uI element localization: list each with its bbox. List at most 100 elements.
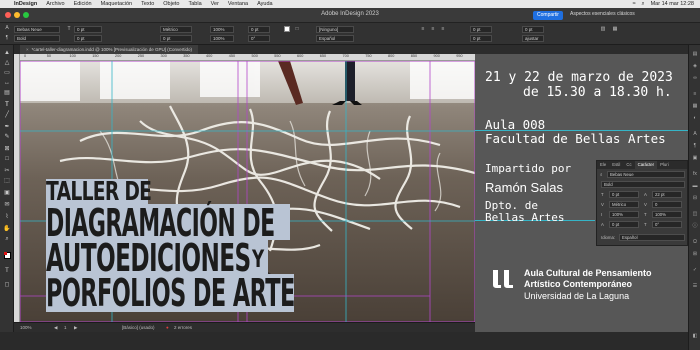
- align-panel-icon[interactable]: ⊟: [692, 195, 698, 201]
- horizontal-ruler[interactable]: 0 50 100 150 200 250 300 350 400 450 500 550 600 650 7…: [20, 54, 475, 61]
- align-right-icon[interactable]: ≡: [440, 26, 446, 32]
- tab-character[interactable]: Carácter: [634, 161, 658, 169]
- menu-texto[interactable]: Texto: [141, 1, 154, 7]
- fill-swatch-icon[interactable]: [284, 26, 290, 32]
- page-tool-icon[interactable]: ▭: [2, 69, 12, 78]
- justify-field[interactable]: ajustar: [522, 35, 544, 42]
- tab-styles[interactable]: Estil: [609, 161, 623, 169]
- layers-panel-icon[interactable]: ◈: [692, 63, 698, 69]
- font-size-field[interactable]: 0 pt: [74, 26, 102, 33]
- poster-faculty[interactable]: Facultad de Bellas Artes: [485, 131, 666, 146]
- color-panel-icon[interactable]: ◐: [692, 115, 698, 121]
- pathfinder-panel-icon[interactable]: ◫: [692, 211, 698, 217]
- properties-panel-icon[interactable]: ☰: [692, 283, 698, 289]
- swatches-panel-icon[interactable]: ▦: [692, 103, 698, 109]
- search-icon[interactable]: ⌕: [641, 1, 644, 8]
- document-canvas[interactable]: TALLER DE DIAGRAMACIÓN DE AUTOEDICIONES …: [20, 61, 475, 322]
- panel-language-field[interactable]: Español: [619, 234, 685, 241]
- menu-tabla[interactable]: Tabla: [189, 1, 202, 7]
- links-panel-icon[interactable]: ∞: [692, 75, 698, 81]
- poster-taught-by[interactable]: Impartido por: [485, 162, 571, 175]
- note-tool-icon[interactable]: ✉: [2, 201, 12, 210]
- stroke-swatch-icon[interactable]: □: [294, 26, 300, 32]
- selection-tool-icon[interactable]: ▲: [2, 49, 12, 58]
- panel-size-field[interactable]: 0 pt: [609, 191, 639, 198]
- paragraph-mode-icon[interactable]: ¶: [4, 35, 10, 41]
- menu-ver[interactable]: Ver: [211, 1, 219, 7]
- character-style-field[interactable]: [Ninguno]: [316, 26, 354, 33]
- horizontal-scale-field[interactable]: 100%: [210, 35, 234, 42]
- page-number-field[interactable]: 1: [64, 325, 67, 330]
- columns-icon[interactable]: ▥: [600, 26, 606, 32]
- page-nav-next-icon[interactable]: ▶: [74, 325, 77, 331]
- content-collector-icon[interactable]: ▤: [2, 89, 12, 98]
- rectangle-frame-tool-icon[interactable]: ⊠: [2, 145, 12, 154]
- paragraph-styles-icon[interactable]: ¶: [692, 143, 698, 149]
- right-indent-field[interactable]: 0 pt: [470, 35, 492, 42]
- panel-baseline-field[interactable]: 0 pt: [609, 221, 639, 228]
- wifi-icon[interactable]: ≈: [632, 1, 635, 7]
- align-left-icon[interactable]: ≡: [420, 26, 426, 32]
- gradient-panel-icon[interactable]: ▬: [692, 183, 698, 189]
- stroke-panel-icon[interactable]: ≡: [692, 91, 698, 97]
- menu-app[interactable]: InDesign: [14, 1, 37, 7]
- panel-hscale-field[interactable]: 100%: [652, 211, 682, 218]
- menu-edicion[interactable]: Edición: [74, 1, 92, 7]
- line-tool-icon[interactable]: ╱: [2, 111, 12, 120]
- align-center-icon[interactable]: ≡: [430, 26, 436, 32]
- hand-tool-icon[interactable]: ✋: [2, 225, 12, 234]
- gap-tool-icon[interactable]: ↔: [2, 79, 12, 88]
- poster-room[interactable]: Aula 008: [485, 117, 545, 132]
- panel-font-family[interactable]: Bebas Neue: [607, 171, 685, 178]
- page-nav-prev-icon[interactable]: ◀: [54, 325, 57, 331]
- menu-ventana[interactable]: Ventana: [228, 1, 248, 7]
- eyedropper-tool-icon[interactable]: ⌇: [2, 213, 12, 222]
- fill-stroke-swatch-icon[interactable]: [2, 251, 12, 260]
- workspace-switcher[interactable]: Aspectos esenciales clásicos: [570, 11, 635, 17]
- rectangle-tool-icon[interactable]: □: [2, 155, 12, 164]
- grid-icon[interactable]: ▦: [612, 26, 618, 32]
- tables-panel-icon[interactable]: ⊞: [692, 251, 698, 257]
- free-transform-tool-icon[interactable]: ⬚: [2, 177, 12, 186]
- poster-title-line3-y[interactable]: Y: [252, 245, 264, 273]
- panel-tracking-field[interactable]: 0: [652, 201, 682, 208]
- panel-kerning-field[interactable]: Métrico: [609, 201, 639, 208]
- document-tab[interactable]: × *cartel-taller-diagramacion.indd @ 100%…: [20, 45, 199, 54]
- left-indent-field[interactable]: 0 pt: [470, 26, 492, 33]
- direct-selection-tool-icon[interactable]: △: [2, 59, 12, 68]
- gradient-tool-icon[interactable]: ▣: [2, 189, 12, 198]
- panel-leading-field[interactable]: 22 pt: [652, 191, 682, 198]
- language-field[interactable]: Español: [316, 35, 354, 42]
- tab-cc[interactable]: Cc: [623, 161, 634, 169]
- poster-title-line4[interactable]: PORFOLIOS DE ARTE: [46, 271, 295, 315]
- zoom-tool-icon[interactable]: ⌕: [2, 235, 12, 244]
- share-button[interactable]: Compartir: [533, 11, 563, 20]
- basic-style-status[interactable]: [Básico] (usado): [122, 325, 155, 330]
- space-before-field[interactable]: 0 pt: [522, 26, 544, 33]
- pages-panel-icon[interactable]: ▤: [692, 51, 698, 57]
- layers-stack-icon[interactable]: ◧: [692, 333, 698, 339]
- baseline-shift-field[interactable]: 0 pt: [248, 26, 270, 33]
- skew-field[interactable]: 0°: [248, 35, 270, 42]
- zoom-level[interactable]: 100%: [20, 325, 32, 330]
- type-tool-icon[interactable]: T: [2, 101, 12, 110]
- poster-dept-line2[interactable]: Bellas Artes: [485, 211, 564, 224]
- menu-objeto[interactable]: Objeto: [163, 1, 179, 7]
- tracking-field[interactable]: 0 pt: [160, 35, 192, 42]
- font-family-field[interactable]: Bebas Neue: [14, 26, 60, 33]
- scissors-tool-icon[interactable]: ✂: [2, 167, 12, 176]
- close-tab-icon[interactable]: ×: [26, 47, 29, 52]
- font-style-field[interactable]: Bold: [14, 35, 60, 42]
- kerning-field[interactable]: Métrico: [160, 26, 192, 33]
- pen-tool-icon[interactable]: ✒: [2, 123, 12, 132]
- formatting-affects-text-icon[interactable]: T: [2, 267, 12, 276]
- menu-archivo[interactable]: Archivo: [46, 1, 64, 7]
- leading-field[interactable]: 0 pt: [74, 35, 102, 42]
- preflight-panel-icon[interactable]: ✓: [692, 267, 698, 273]
- pencil-tool-icon[interactable]: ✎: [2, 133, 12, 142]
- tab-elements[interactable]: Ele: [597, 161, 609, 169]
- menu-ayuda[interactable]: Ayuda: [257, 1, 273, 7]
- text-wrap-icon[interactable]: ▣: [692, 155, 698, 161]
- panel-vscale-field[interactable]: 100%: [609, 211, 639, 218]
- vertical-scale-field[interactable]: 100%: [210, 26, 234, 33]
